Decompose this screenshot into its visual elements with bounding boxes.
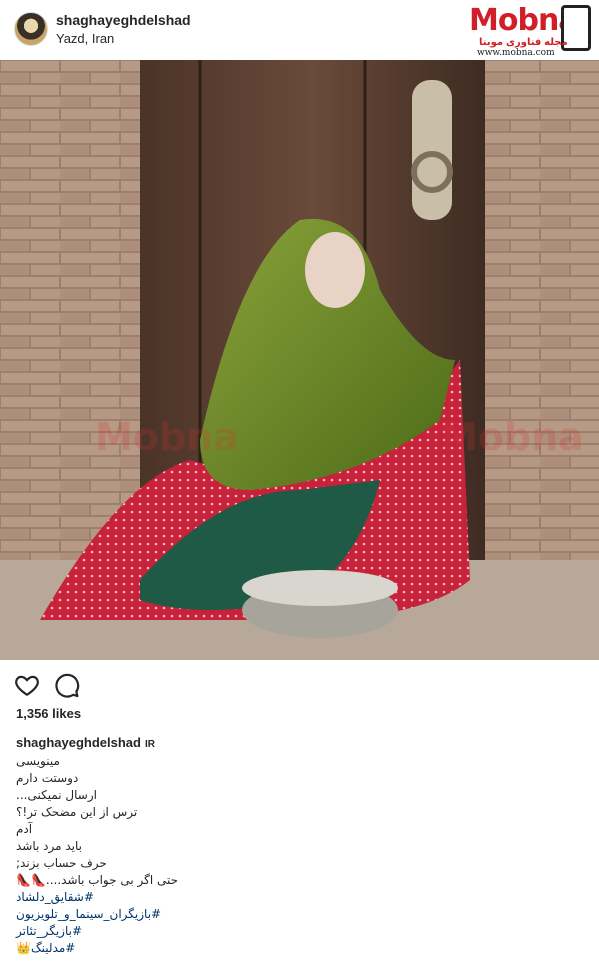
brand-logo: Mobna مجله فناوری موبنا www.mobna.com [469,3,593,58]
brand-url: www.mobna.com [477,48,555,58]
watermark-right: Mobna [440,415,584,459]
caption-line: باید مرد باشد [16,839,83,853]
caption-line: آدم [16,822,33,836]
caption-line: حرف حساب بزند; [16,856,107,870]
post-location[interactable]: Yazd, Iran [56,31,114,46]
hashtag-link[interactable]: #شقایق_دلشاد [16,889,496,906]
caption-badge: IR [144,739,155,750]
post-photo[interactable]: Mobna Mobna [0,60,599,660]
brand-tagline: مجله فناوری موبنا [479,37,568,48]
caption-line: حتی اگر بی جواب باشد....👠👠 [16,873,179,887]
photo-illustration [0,60,599,660]
caption-username[interactable]: shaghayeghdelshad [16,735,141,750]
avatar[interactable] [14,12,48,46]
hashtag-link[interactable]: #بازیگران_سینما_و_تلویزیون [16,906,496,923]
caption-line: ترس از این مضحک تر!؟ [16,805,138,819]
caption: shaghayeghdelshad IR مینویسی دوستت دارم ا… [16,734,496,957]
hashtag-link[interactable]: #بازیگر_تئاتر [16,923,496,940]
caption-line: مینویسی [16,754,60,768]
post-username[interactable]: shaghayeghdelshad [56,12,191,28]
post-actions [0,668,599,702]
caption-text: مینویسی دوستت دارم ارسال نمیکنی... ترس ا… [16,753,496,957]
caption-line: ارسال نمیکنی... [16,788,97,802]
comment-icon[interactable] [54,672,80,698]
likes-count[interactable]: 1,356 likes [16,706,81,721]
hashtag-link[interactable]: #مدلینگ👑 [16,940,496,957]
watermark-left: Mobna [95,415,239,459]
heart-icon[interactable] [14,672,40,698]
post-header: shaghayeghdelshad Yazd, Iran Mobna مجله … [0,0,599,60]
caption-line: دوستت دارم [16,771,79,785]
